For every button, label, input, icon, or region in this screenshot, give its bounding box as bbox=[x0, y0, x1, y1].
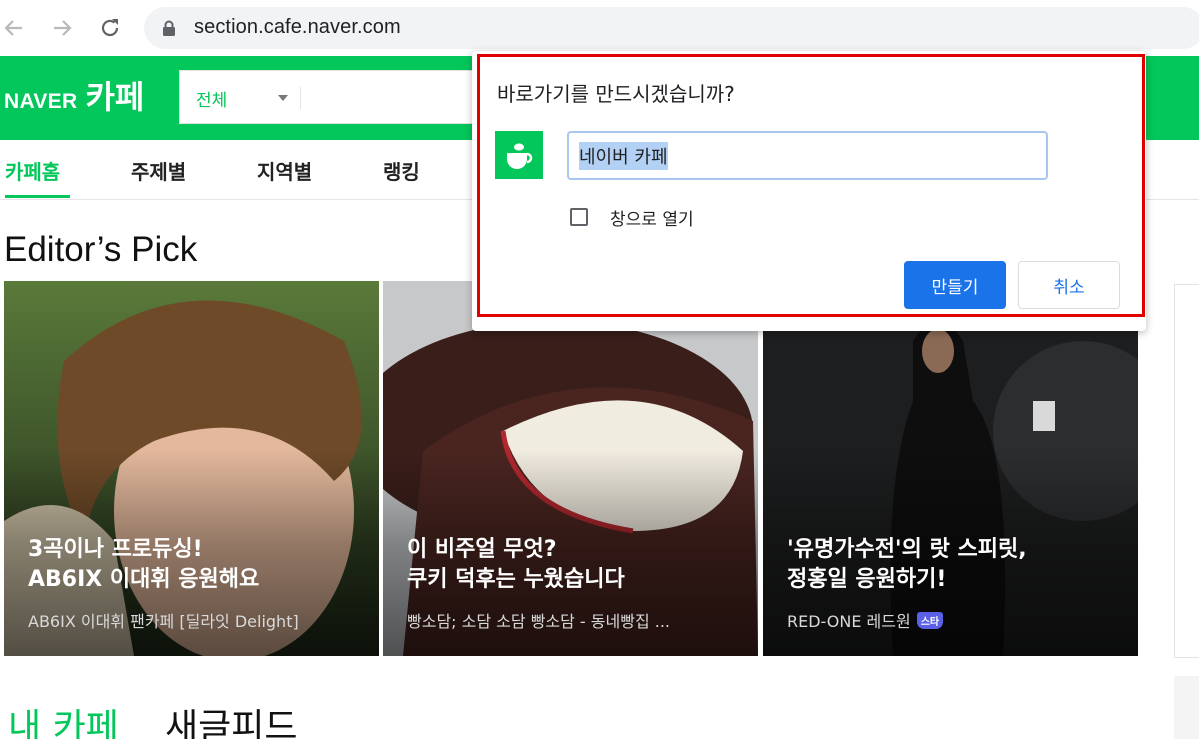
logo-cafe-text: 카페 bbox=[85, 78, 145, 116]
card-title: '유명가수전'의 랏 스피릿, 정홍일 응원하기! bbox=[787, 537, 1027, 592]
open-as-window-label: 창으로 열기 bbox=[610, 210, 694, 230]
pick-card-3[interactable]: '유명가수전'의 랏 스피릿, 정홍일 응원하기! RED-ONE 레드원 스타 bbox=[763, 281, 1138, 656]
card-cafe-name: 빵소담; 소담 소담 빵소담 - 동네빵집 ... bbox=[407, 612, 671, 631]
url-text: section.cafe.naver.com bbox=[194, 16, 401, 38]
lock-icon bbox=[163, 20, 175, 36]
naver-cafe-logo[interactable]: NAVER 카페 bbox=[4, 72, 144, 118]
forward-button[interactable] bbox=[46, 12, 78, 44]
active-menu-indicator bbox=[5, 195, 70, 198]
search-category-select[interactable]: 전체 bbox=[196, 86, 227, 111]
search-box[interactable]: 전체 bbox=[179, 70, 499, 124]
search-divider bbox=[300, 87, 301, 109]
card-shade bbox=[383, 281, 758, 656]
forward-arrow-icon bbox=[54, 20, 72, 36]
browser-toolbar: section.cafe.naver.com bbox=[0, 0, 1199, 56]
card-cafe-name: RED-ONE 레드원 스타 bbox=[787, 608, 1117, 632]
cancel-button[interactable]: 취소 bbox=[1018, 261, 1120, 309]
tab-my-cafe[interactable]: 내 카페 bbox=[8, 698, 119, 739]
right-side-panel bbox=[1174, 284, 1199, 658]
right-side-panel-lower bbox=[1174, 676, 1199, 739]
card-cafe-name-text: RED-ONE 레드원 bbox=[787, 612, 911, 631]
card-title: 이 비주얼 무엇? 쿠키 덕후는 누웠습니다 bbox=[407, 537, 625, 592]
cup-icon bbox=[507, 143, 533, 169]
open-as-window-checkbox[interactable] bbox=[570, 208, 588, 226]
pick-card-1[interactable]: 3곡이나 프로듀싱! AB6IX 이대휘 응원해요 AB6IX 이대휘 팬카페 … bbox=[4, 281, 379, 656]
address-bar[interactable]: section.cafe.naver.com bbox=[144, 7, 1199, 49]
reload-icon bbox=[101, 19, 119, 37]
card-cafe-name: AB6IX 이대휘 팬카페 [딜라잇 Delight] bbox=[28, 612, 299, 631]
back-button[interactable] bbox=[0, 12, 30, 44]
dialog-title: 바로가기를 만드시겠습니까? bbox=[497, 82, 735, 106]
shortcut-name-input[interactable]: 네이버 카페 bbox=[567, 131, 1048, 180]
logo-naver-text: NAVER bbox=[4, 90, 78, 113]
card-shade bbox=[4, 281, 379, 656]
menu-item-cafe-home[interactable]: 카페홈 bbox=[5, 156, 60, 185]
editors-pick-title: Editor’s Pick bbox=[4, 230, 198, 269]
menu-item-ranking[interactable]: 랭킹 bbox=[383, 156, 420, 185]
menu-item-by-topic[interactable]: 주제별 bbox=[131, 156, 186, 185]
tab-new-feed[interactable]: 새글피드 bbox=[165, 698, 297, 739]
create-button[interactable]: 만들기 bbox=[904, 261, 1006, 309]
caret-down-icon bbox=[278, 95, 288, 101]
star-badge: 스타 bbox=[916, 612, 944, 629]
reload-button[interactable] bbox=[94, 12, 126, 44]
card-title: 3곡이나 프로듀싱! AB6IX 이대휘 응원해요 bbox=[28, 537, 260, 592]
pick-card-2[interactable]: 이 비주얼 무엇? 쿠키 덕후는 누웠습니다 빵소담; 소담 소담 빵소담 - … bbox=[383, 281, 758, 656]
card-shade bbox=[763, 281, 1138, 656]
shortcut-name-value: 네이버 카페 bbox=[579, 141, 668, 170]
back-arrow-icon bbox=[4, 20, 22, 36]
naver-cafe-app-icon bbox=[495, 131, 543, 179]
menu-item-by-region[interactable]: 지역별 bbox=[257, 156, 312, 185]
